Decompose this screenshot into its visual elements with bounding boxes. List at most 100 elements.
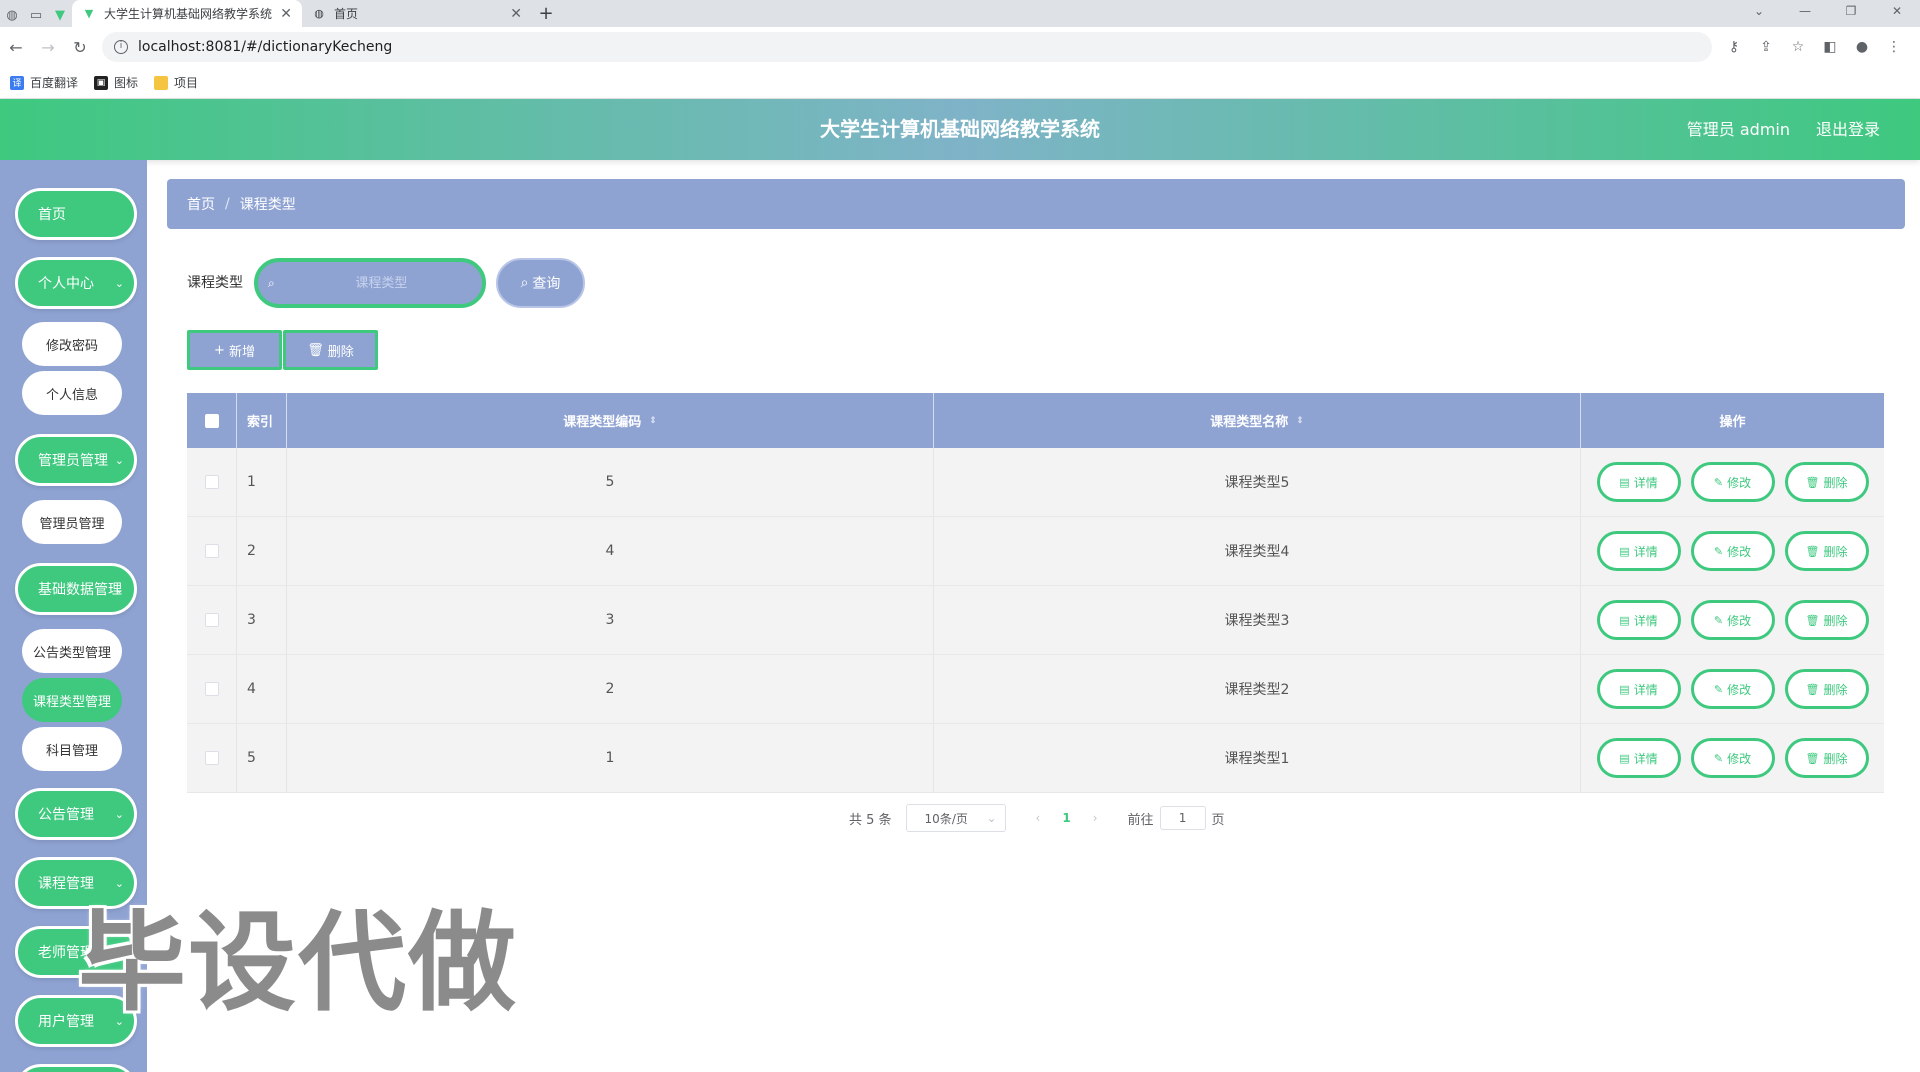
folder-icon: [154, 75, 169, 90]
sidebar-item-label: 公告管理: [38, 807, 94, 823]
next-page-icon[interactable]: ›: [1093, 811, 1098, 825]
restore-icon[interactable]: ❐: [1828, 0, 1874, 24]
row-checkbox[interactable]: [204, 751, 219, 765]
add-button[interactable]: + 新增: [187, 330, 282, 370]
sidebar-item-admin-management-sub[interactable]: 管理员管理: [22, 500, 122, 544]
prev-page-icon[interactable]: ‹: [1036, 811, 1041, 825]
reload-icon[interactable]: ↻: [64, 38, 96, 57]
new-tab-button[interactable]: +: [532, 0, 560, 27]
cell-index: 1: [237, 448, 287, 516]
sidebar-item-more[interactable]: [15, 1064, 137, 1072]
close-window-icon[interactable]: ✕: [1874, 0, 1920, 24]
sidebar-item-notice[interactable]: 公告管理 ⌄: [15, 788, 137, 840]
cell-name: 课程类型4: [934, 517, 1581, 585]
delete-label: 删除: [1823, 475, 1848, 490]
goto-page-input[interactable]: 1: [1159, 806, 1206, 830]
url-text: localhost:8081/#/dictionaryKecheng: [138, 39, 393, 55]
chevron-down-icon: ⌄: [114, 807, 124, 821]
bookmark-project[interactable]: 项目: [154, 74, 198, 91]
detail-button[interactable]: ▤ 详情: [1596, 600, 1681, 640]
profile-icon[interactable]: ●: [1846, 39, 1878, 55]
bookmark-icons[interactable]: ▣ 图标: [94, 74, 138, 91]
delete-button[interactable]: 🗑 删除: [1784, 462, 1869, 502]
forward-icon[interactable]: →: [32, 38, 64, 57]
sidebar-item-label: 管理员管理: [39, 516, 105, 532]
sidebar-item-change-password[interactable]: 修改密码: [22, 322, 122, 366]
detail-button[interactable]: ▤ 详情: [1596, 531, 1681, 571]
sidebar-item-home[interactable]: 首页: [15, 188, 137, 240]
detail-button[interactable]: ▤ 详情: [1596, 738, 1681, 778]
document-icon: ▤: [1619, 544, 1630, 558]
menu-icon[interactable]: ⋮: [1878, 39, 1910, 55]
breadcrumb-home[interactable]: 首页: [187, 194, 215, 214]
table-row: 5 1 课程类型1 ▤ 详情 ✎ 修改 🗑 删除: [187, 724, 1884, 793]
sidebar-item-basic-data[interactable]: 基础数据管理 ⌄: [15, 563, 137, 615]
cell-name: 课程类型2: [934, 655, 1581, 723]
detail-label: 详情: [1633, 751, 1658, 766]
sort-icon[interactable]: ⇕: [649, 416, 657, 426]
header-name[interactable]: 课程类型名称 ⇕: [934, 393, 1581, 448]
row-checkbox[interactable]: [204, 475, 219, 489]
cell-operation: ▤ 详情 ✎ 修改 🗑 删除: [1581, 655, 1884, 723]
watermark: 毕设代做: [78, 901, 519, 1026]
document-icon: ▤: [1619, 475, 1630, 489]
edit-label: 修改: [1727, 613, 1752, 628]
tab-search-icon[interactable]: ◍: [0, 3, 24, 27]
edit-button[interactable]: ✎ 修改: [1690, 462, 1775, 502]
sidebar-item-admin-management[interactable]: 管理员管理 ⌄: [15, 434, 137, 486]
row-checkbox[interactable]: [204, 544, 219, 558]
edit-button[interactable]: ✎ 修改: [1690, 531, 1775, 571]
delete-button[interactable]: 🗑 删除: [1784, 669, 1869, 709]
delete-button[interactable]: 🗑 删除: [1784, 600, 1869, 640]
logout-link[interactable]: 退出登录: [1816, 99, 1880, 160]
pencil-icon: ✎: [1713, 682, 1724, 696]
share-icon[interactable]: ⇪: [1750, 39, 1782, 55]
star-icon[interactable]: ☆: [1782, 39, 1814, 55]
bookmark-baidu-translate[interactable]: 译 百度翻译: [10, 74, 78, 91]
sidebar-item-course-type[interactable]: 课程类型管理: [22, 678, 122, 722]
detail-button[interactable]: ▤ 详情: [1596, 669, 1681, 709]
page-size-select[interactable]: 10条/页 ⌄: [905, 804, 1006, 832]
batch-delete-button[interactable]: 🗑 删除: [283, 330, 378, 370]
delete-button[interactable]: 🗑 删除: [1784, 531, 1869, 571]
url-field[interactable]: i localhost:8081/#/dictionaryKecheng: [102, 32, 1712, 62]
cell-code: 3: [287, 586, 934, 654]
edit-button[interactable]: ✎ 修改: [1690, 669, 1775, 709]
query-button[interactable]: ⌕ 查询: [496, 258, 585, 308]
add-label: 新增: [228, 344, 255, 360]
sidepanel-icon[interactable]: ◧: [1814, 39, 1846, 55]
info-icon[interactable]: i: [114, 40, 128, 54]
vue-icon[interactable]: ▼: [48, 3, 72, 27]
row-checkbox[interactable]: [204, 613, 219, 627]
back-icon[interactable]: ←: [0, 38, 32, 57]
tab-home[interactable]: ◍ 首页 ✕: [302, 0, 532, 27]
delete-button[interactable]: 🗑 删除: [1784, 738, 1869, 778]
sidebar-item-personal[interactable]: 个人中心 ⌄: [15, 257, 137, 309]
sort-icon[interactable]: ⇕: [1296, 416, 1304, 426]
select-all-checkbox[interactable]: [204, 413, 219, 428]
tab-close-icon[interactable]: ✕: [280, 6, 292, 22]
breadcrumb-separator: /: [225, 196, 230, 212]
row-checkbox[interactable]: [204, 682, 219, 696]
cell-operation: ▤ 详情 ✎ 修改 🗑 删除: [1581, 586, 1884, 654]
sidebar-item-personal-info[interactable]: 个人信息: [22, 371, 122, 415]
sidebar-item-subject[interactable]: 科目管理: [22, 727, 122, 771]
header-name-label: 课程类型名称: [1210, 415, 1289, 430]
sidebar-item-notice-type[interactable]: 公告类型管理: [22, 629, 122, 673]
edit-button[interactable]: ✎ 修改: [1690, 600, 1775, 640]
edit-button[interactable]: ✎ 修改: [1690, 738, 1775, 778]
bookmark-label: 图标: [114, 76, 139, 90]
minimize-icon[interactable]: —: [1782, 0, 1828, 24]
cell-code: 5: [287, 448, 934, 516]
key-icon[interactable]: ⚷: [1718, 39, 1750, 55]
tab-list-icon[interactable]: ⌄: [1736, 0, 1782, 24]
tab-main[interactable]: ▼ 大学生计算机基础网络教学系统 ✕: [72, 0, 302, 27]
tab-close-icon[interactable]: ✕: [510, 6, 522, 22]
page-number[interactable]: 1: [1062, 811, 1070, 825]
pagination-total: 共 5 条: [849, 812, 892, 828]
detail-button[interactable]: ▤ 详情: [1596, 462, 1681, 502]
search-field[interactable]: ⌕: [254, 258, 486, 308]
tab-group-icon[interactable]: ▭: [24, 3, 48, 27]
search-input[interactable]: [280, 275, 482, 291]
header-code[interactable]: 课程类型编码 ⇕: [287, 393, 934, 448]
